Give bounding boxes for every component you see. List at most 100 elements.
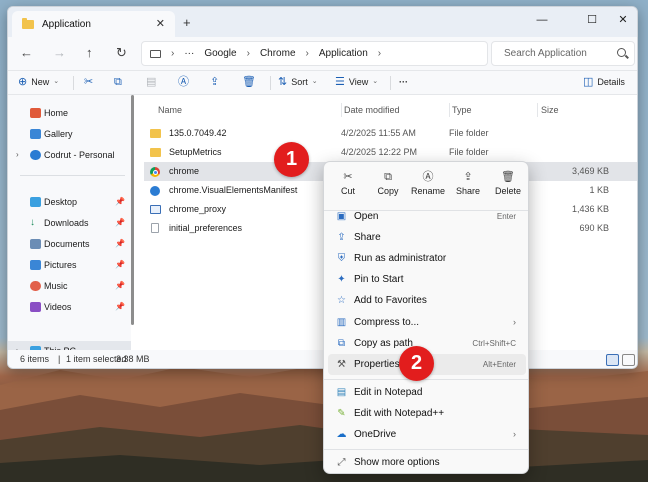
- file-name: chrome: [169, 166, 200, 176]
- desktop-icon: [30, 196, 41, 207]
- search-input[interactable]: Search Application: [491, 41, 635, 66]
- ctx-cut-button[interactable]: ✂ Cut: [328, 168, 368, 206]
- tiles-view-icon[interactable]: [622, 354, 635, 366]
- menu-item-edit-with-notepad-plus-plus[interactable]: ✎ Edit with Notepad++: [328, 403, 526, 424]
- menu-item-onedrive[interactable]: ☁ OneDrive ›: [328, 424, 526, 445]
- ctx-delete-button[interactable]: 🗑 Delete: [488, 168, 528, 206]
- videos-icon: [30, 301, 41, 312]
- menu-item-open[interactable]: ▣ Open Enter: [328, 206, 526, 227]
- ctx-share-button[interactable]: ⇪ Share: [448, 168, 488, 206]
- divider: [341, 103, 342, 117]
- chevron-right-icon[interactable]: ›: [171, 48, 174, 59]
- sidebar-item-videos[interactable]: Videos 📌: [8, 297, 131, 316]
- navigation-pane: Home Gallery › Codrut - Personal Desktop…: [8, 95, 131, 360]
- close-button[interactable]: ✕: [605, 10, 637, 30]
- delete-button[interactable]: 🗑: [242, 75, 256, 89]
- sidebar-item-desktop[interactable]: Desktop 📌: [8, 192, 131, 211]
- file-name: chrome_proxy: [169, 204, 227, 214]
- copy-button[interactable]: ⧉: [114, 75, 122, 89]
- menu-item-add-to-favorites[interactable]: ☆ Add to Favorites: [328, 290, 526, 311]
- ctx-copy-button[interactable]: ⧉ Copy: [368, 168, 408, 206]
- breadcrumb[interactable]: › ··· Google › Chrome › Application ›: [141, 41, 488, 66]
- menu-item-shortcut: Enter: [496, 212, 516, 221]
- refresh-icon[interactable]: ↻: [116, 46, 127, 60]
- paste-icon: ▤: [146, 76, 157, 88]
- divider: [449, 103, 450, 117]
- folder-icon: [150, 129, 161, 138]
- new-button[interactable]: ⊕ New ⌄: [18, 75, 59, 89]
- view-button[interactable]: ☰ View ⌄: [335, 75, 378, 89]
- more-options-button[interactable]: ···: [399, 75, 408, 89]
- file-row[interactable]: SetupMetrics 4/2/2025 12:22 PM File fold…: [144, 143, 637, 162]
- sidebar-item-onedrive[interactable]: › Codrut - Personal: [8, 145, 131, 164]
- chevron-right-icon[interactable]: ›: [16, 150, 19, 159]
- menu-item-label: OneDrive: [354, 429, 397, 440]
- menu-item-share[interactable]: ⇪ Share: [328, 227, 526, 248]
- pin-icon[interactable]: 📌: [115, 218, 125, 227]
- sidebar-item-label: Codrut - Personal: [44, 149, 115, 160]
- sidebar-item-label: Desktop: [44, 196, 78, 207]
- menu-item-pin-to-start[interactable]: ✦ Pin to Start: [328, 269, 526, 290]
- details-view-icon[interactable]: [606, 354, 619, 366]
- paste-button[interactable]: ▤: [146, 75, 156, 89]
- pin-icon[interactable]: 📌: [115, 197, 125, 206]
- pin-icon[interactable]: 📌: [115, 302, 125, 311]
- breadcrumb-google[interactable]: Google: [204, 48, 236, 59]
- file-row[interactable]: 135.0.7049.42 4/2/2025 11:55 AM File fol…: [144, 124, 637, 143]
- share-button[interactable]: ⇪: [210, 75, 219, 89]
- ctx-action-label: Copy: [377, 186, 399, 196]
- column-header-name[interactable]: Name: [158, 105, 182, 115]
- tab-application[interactable]: Application ✕: [12, 11, 175, 37]
- menu-item-run-as-admin[interactable]: ⛨ Run as administrator: [328, 248, 526, 269]
- tab-title: Application: [42, 18, 91, 30]
- sidebar-item-pictures[interactable]: Pictures 📌: [8, 255, 131, 274]
- sidebar-item-home[interactable]: Home: [8, 103, 131, 122]
- share-icon: ⇪: [337, 232, 346, 243]
- pin-icon[interactable]: 📌: [115, 281, 125, 290]
- menu-item-show-more-options[interactable]: ⤢ Show more options: [328, 452, 526, 473]
- this-pc-icon: [150, 49, 161, 58]
- column-header-type[interactable]: Type: [452, 105, 472, 115]
- up-arrow-icon[interactable]: ↑: [86, 46, 93, 60]
- new-tab-button[interactable]: +: [183, 15, 191, 30]
- breadcrumb-ellipsis[interactable]: ···: [184, 48, 194, 59]
- menu-item-compress[interactable]: ▥ Compress to... ›: [328, 312, 526, 333]
- ctx-rename-button[interactable]: Ⓐ Rename: [408, 168, 448, 206]
- ctx-action-label: Cut: [340, 186, 355, 196]
- chevron-right-icon[interactable]: ›: [247, 48, 250, 59]
- column-header-size[interactable]: Size: [541, 105, 559, 115]
- breadcrumb-chrome[interactable]: Chrome: [260, 48, 296, 59]
- breadcrumb-application[interactable]: Application: [319, 48, 368, 59]
- details-pane-icon: ◫: [583, 76, 594, 88]
- status-selection-size: 3.38 MB: [116, 354, 150, 364]
- divider: [537, 103, 538, 117]
- cut-button[interactable]: ✂: [84, 75, 93, 89]
- tab-close-icon[interactable]: ✕: [156, 17, 165, 30]
- chevron-right-icon[interactable]: ›: [378, 48, 381, 59]
- sidebar-item-downloads[interactable]: ↓ Downloads 📌: [8, 213, 131, 232]
- sidebar-item-gallery[interactable]: Gallery: [8, 124, 131, 143]
- sidebar-item-music[interactable]: Music 📌: [8, 276, 131, 295]
- back-arrow-icon[interactable]: ←: [20, 46, 33, 60]
- minimize-button[interactable]: —: [524, 10, 560, 30]
- download-icon: ↓: [30, 216, 35, 228]
- scissors-icon: ✂: [84, 76, 94, 88]
- open-icon: ▣: [336, 211, 347, 222]
- menu-item-edit-in-notepad[interactable]: ▤ Edit in Notepad: [328, 382, 526, 403]
- column-header-date[interactable]: Date modified: [344, 105, 400, 115]
- divider: [324, 379, 528, 380]
- pin-icon[interactable]: 📌: [115, 239, 125, 248]
- file-size: 3,469 KB: [571, 166, 609, 176]
- forward-arrow-icon[interactable]: →: [53, 46, 66, 60]
- details-pane-button[interactable]: ◫ Details: [583, 75, 625, 89]
- sort-button[interactable]: ⇅ Sort ⌄: [278, 75, 318, 89]
- sidebar-item-documents[interactable]: Documents 📌: [8, 234, 131, 253]
- address-bar: ← → ↑ ↻ › ··· Google › Chrome › Applicat…: [8, 37, 637, 71]
- rename-button[interactable]: Ⓐ: [178, 75, 189, 89]
- pin-icon[interactable]: 📌: [115, 260, 125, 269]
- file-type: File folder: [449, 147, 489, 157]
- chevron-right-icon[interactable]: ›: [306, 48, 309, 59]
- ctx-action-label: Share: [455, 186, 481, 196]
- title-bar: Application ✕ + — ☐ ✕: [8, 7, 637, 37]
- file-date: 4/2/2025 11:55 AM: [341, 128, 416, 138]
